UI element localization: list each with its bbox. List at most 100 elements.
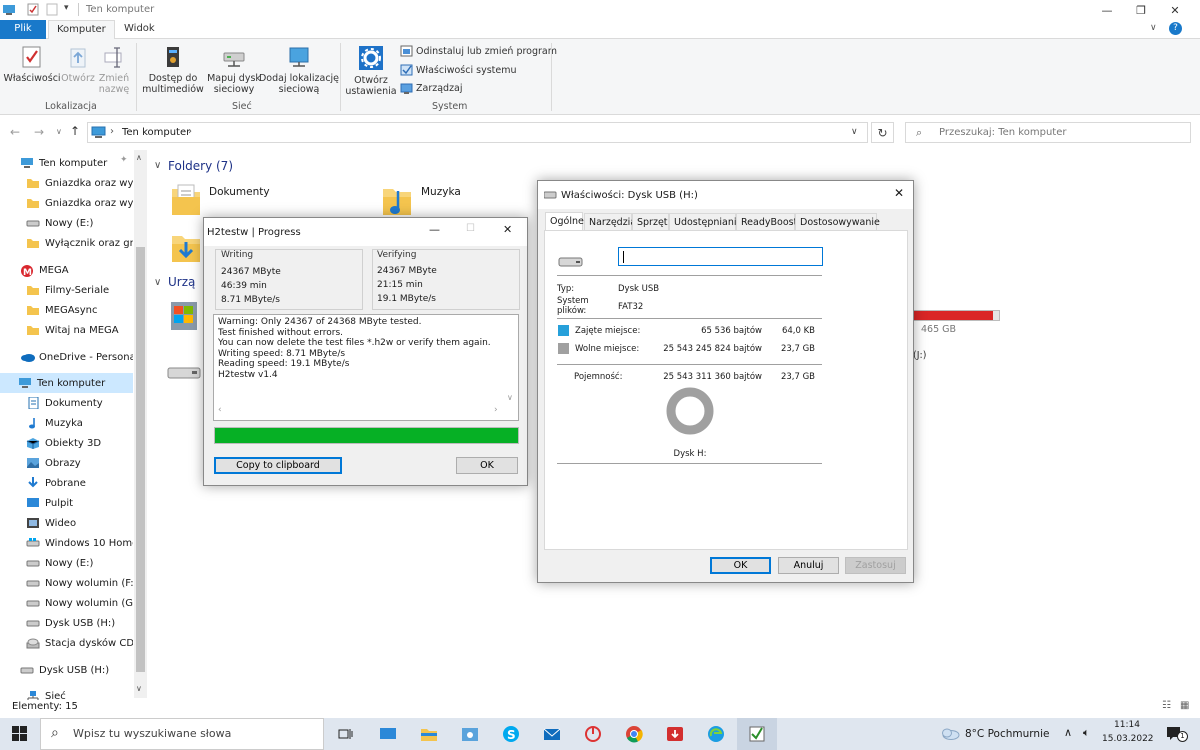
refresh-button[interactable]: ↻ <box>871 122 894 143</box>
log-scroll-left-icon[interactable]: ‹ <box>218 405 222 415</box>
search-input[interactable]: Przeszukaj: Ten komputer <box>939 127 1066 138</box>
quick-access-dropdown-icon[interactable]: ▾ <box>64 3 69 13</box>
sidebar-item-6[interactable]: M MEGA <box>0 260 133 280</box>
navigation-scrollbar[interactable]: ∧ ∨ <box>134 150 147 698</box>
start-button[interactable] <box>12 726 28 742</box>
tab-plik[interactable]: Plik <box>0 20 46 39</box>
weather-icon[interactable] <box>940 726 960 740</box>
sidebar-item-18[interactable]: Wideo <box>0 513 133 533</box>
address-history-icon[interactable]: ∨ <box>851 127 858 137</box>
sidebar-item-19[interactable]: Windows 10 Home ( <box>0 533 133 553</box>
breadcrumb-chevron-icon[interactable]: › <box>188 126 192 137</box>
add-network-location-button[interactable]: Dodaj lokalizację sieciową <box>259 45 339 95</box>
taskbar-search-box[interactable]: ⌕ Wpisz tu wyszukiwane słowa <box>40 718 324 750</box>
tab-widok[interactable]: Widok <box>116 20 163 39</box>
open-button[interactable]: Otwórz <box>60 45 96 84</box>
scroll-up-icon[interactable]: ∧ <box>136 153 142 162</box>
pin-icon[interactable]: ✦ <box>120 155 128 165</box>
collapse-folders-icon[interactable]: ∨ <box>154 160 161 171</box>
drive-name-input[interactable] <box>618 247 823 266</box>
show-hidden-icons-icon[interactable]: ∧ <box>1064 726 1072 739</box>
sidebar-item-14[interactable]: Obiekty 3D <box>0 433 133 453</box>
forward-button[interactable]: → <box>34 125 44 139</box>
tab-dostosowywanie[interactable]: Dostosowywanie <box>795 213 880 231</box>
sidebar-item-25[interactable]: Dysk USB (H:) <box>0 660 133 680</box>
sidebar-item-4[interactable]: Nowy (E:) <box>0 213 133 233</box>
manage-button[interactable]: Zarządzaj <box>400 82 463 94</box>
media-access-button[interactable]: Dostęp do multimediów <box>140 45 206 95</box>
collapse-ribbon-icon[interactable]: ∨ <box>1150 23 1157 33</box>
task-view-button[interactable] <box>326 718 366 750</box>
clock-time[interactable]: 11:14 <box>1106 720 1148 730</box>
taskbar-app-h2testw[interactable] <box>737 718 777 750</box>
close-window-button[interactable]: ✕ <box>1160 0 1190 20</box>
sidebar-item-12[interactable]: Dokumenty <box>0 393 133 413</box>
sidebar-item-20[interactable]: Nowy (E:) <box>0 553 133 573</box>
sidebar-item-10[interactable]: OneDrive - Personal <box>0 347 133 367</box>
large-icons-view-icon[interactable]: ▦ <box>1180 700 1189 711</box>
downloads-folder-icon[interactable] <box>170 230 202 264</box>
recent-locations-icon[interactable]: ∨ <box>56 127 62 136</box>
taskbar-app-chrome[interactable] <box>614 718 654 750</box>
windows-drive-icon[interactable] <box>168 298 202 334</box>
log-scroll-right-icon[interactable]: › <box>494 405 498 415</box>
progress-ok-button[interactable]: OK <box>456 457 518 474</box>
system-properties-button[interactable]: Właściwości systemu <box>400 64 517 76</box>
map-drive-button[interactable]: Mapuj dysk sieciowy <box>206 45 262 95</box>
uninstall-program-button[interactable]: Odinstaluj lub zmień program <box>400 45 557 57</box>
tab-ogolne[interactable]: Ogólne <box>545 212 584 232</box>
tab-udostepnianie[interactable]: Udostępnianie <box>669 213 742 231</box>
sidebar-item-24[interactable]: Stacja dysków CD (J: <box>0 633 133 653</box>
tab-sprzet[interactable]: Sprzęt <box>632 213 669 231</box>
properties-apply-button[interactable]: Zastosuj <box>845 557 906 574</box>
address-path[interactable]: Ten komputer <box>122 127 190 138</box>
sidebar-item-11[interactable]: Ten komputer <box>0 373 133 393</box>
new-folder-quick-icon[interactable] <box>46 3 58 16</box>
log-textarea[interactable]: Warning: Only 24367 of 24368 MByte teste… <box>213 314 519 421</box>
sidebar-item-7[interactable]: Filmy-Seriale <box>0 280 133 300</box>
back-button[interactable]: ← <box>10 125 20 139</box>
usb-drive-main-icon[interactable] <box>166 364 202 382</box>
taskbar-app-power[interactable] <box>573 718 613 750</box>
taskbar-app-desktop[interactable] <box>368 718 408 750</box>
documents-folder-icon[interactable] <box>170 183 202 217</box>
properties-close-button[interactable]: ✕ <box>894 186 904 200</box>
clock-date[interactable]: 15.03.2022 <box>1102 734 1154 744</box>
properties-ok-button[interactable]: OK <box>710 557 771 574</box>
sidebar-item-23[interactable]: Dysk USB (H:) <box>0 613 133 633</box>
properties-quick-icon[interactable] <box>27 3 39 16</box>
help-icon[interactable]: ? <box>1169 22 1182 35</box>
sidebar-item-17[interactable]: Pulpit <box>0 493 133 513</box>
search-box[interactable]: ⌕ Przeszukaj: Ten komputer <box>905 122 1191 143</box>
sidebar-item-2[interactable]: Gniazdka oraz wyłąc <box>0 173 133 193</box>
sidebar-item-3[interactable]: Gniazdka oraz wyłąc <box>0 193 133 213</box>
details-view-icon[interactable]: ☷ <box>1162 700 1171 711</box>
volume-icon[interactable]: 🔈︎ <box>1083 726 1090 740</box>
log-scroll-down-icon[interactable]: ∨ <box>507 393 513 402</box>
taskbar-app-explorer[interactable] <box>409 718 449 750</box>
taskbar-app-edge[interactable] <box>696 718 736 750</box>
sidebar-item-5[interactable]: Wyłącznik oraz gniaz <box>0 233 133 253</box>
sidebar-item-15[interactable]: Obrazy <box>0 453 133 473</box>
address-bar[interactable]: › Ten komputer › ∨ <box>87 122 868 143</box>
taskbar-search-input[interactable]: Wpisz tu wyszukiwane słowa <box>73 727 231 740</box>
sidebar-item-1[interactable]: Ten komputer <box>0 153 133 173</box>
sidebar-item-22[interactable]: Nowy wolumin (G:) <box>0 593 133 613</box>
scroll-thumb[interactable] <box>136 247 145 672</box>
weather-text[interactable]: 8°C Pochmurnie <box>965 728 1049 740</box>
taskbar-app-photos[interactable] <box>450 718 490 750</box>
tab-readyboost[interactable]: ReadyBoost <box>736 213 797 231</box>
dialog-maximize-button[interactable]: ☐ <box>466 223 475 234</box>
collapse-devices-icon[interactable]: ∨ <box>154 277 161 288</box>
dialog-minimize-button[interactable]: — <box>429 223 440 236</box>
up-button[interactable]: ↑ <box>70 124 80 138</box>
maximize-button[interactable]: ❐ <box>1126 0 1156 20</box>
sidebar-item-9[interactable]: Witaj na MEGA <box>0 320 133 340</box>
copy-to-clipboard-button[interactable]: Copy to clipboard <box>214 457 342 474</box>
properties-cancel-button[interactable]: Anuluj <box>778 557 839 574</box>
open-settings-button[interactable]: Otwórz ustawienia <box>344 45 398 97</box>
drive-label-j[interactable]: (J:) <box>913 350 926 361</box>
sidebar-item-21[interactable]: Nowy wolumin (F:) <box>0 573 133 593</box>
sidebar-item-13[interactable]: Muzyka <box>0 413 133 433</box>
folder-label-dokumenty[interactable]: Dokumenty <box>209 186 270 198</box>
